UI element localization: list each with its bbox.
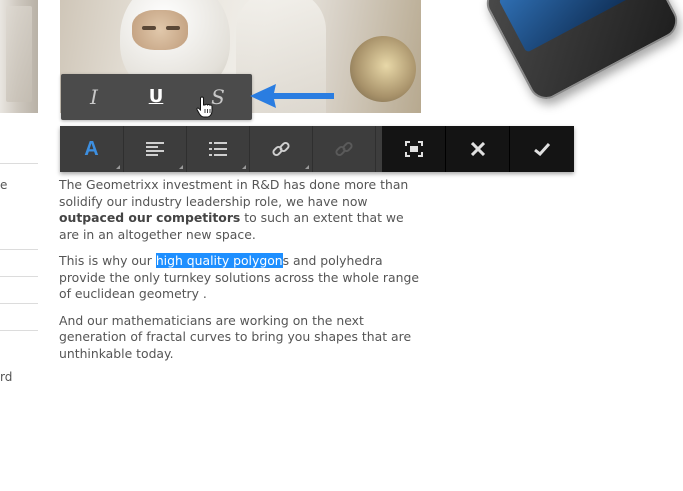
paragraph: The Geometrixx investment in R&D has don… <box>59 177 409 242</box>
confirm-button[interactable] <box>510 126 574 172</box>
check-icon <box>534 142 550 156</box>
underline-button[interactable]: U <box>141 83 171 111</box>
align-left-icon <box>145 142 164 156</box>
selected-text[interactable]: high quality polygon <box>155 253 283 268</box>
hand-cursor-icon <box>196 96 213 118</box>
left-divider <box>0 303 38 304</box>
unlink-button[interactable] <box>312 126 376 172</box>
pointer-arrow-icon <box>250 84 334 108</box>
left-text-fragment: e <box>0 178 8 192</box>
format-a-label: A <box>84 137 99 160</box>
text-format-button[interactable]: A <box>60 126 124 172</box>
fullscreen-button[interactable] <box>382 126 446 172</box>
unlink-icon <box>334 141 353 157</box>
link-icon <box>271 141 290 157</box>
bold-text: outpaced our competitors <box>59 210 241 225</box>
inline-format-popover: I U S <box>61 74 252 120</box>
italic-button[interactable]: I <box>79 83 109 111</box>
left-divider <box>0 330 38 331</box>
phone-image <box>480 0 683 106</box>
paragraph: This is why our high quality polygons an… <box>59 253 419 301</box>
article-body[interactable]: The Geometrixx investment in R&D has don… <box>59 177 419 372</box>
paragraph-align-button[interactable] <box>123 126 187 172</box>
left-divider <box>0 249 38 250</box>
left-image <box>0 0 38 113</box>
list-button[interactable] <box>186 126 250 172</box>
left-text-fragment: rd <box>0 370 13 384</box>
editor-toolbar: A <box>60 126 574 172</box>
close-icon <box>470 142 485 156</box>
fullscreen-icon <box>404 141 423 157</box>
paragraph: And our mathematicians are working on th… <box>59 312 412 361</box>
link-button[interactable] <box>249 126 313 172</box>
list-icon <box>208 142 227 156</box>
cancel-button[interactable] <box>446 126 510 172</box>
left-divider <box>0 276 38 277</box>
left-divider <box>0 163 38 164</box>
